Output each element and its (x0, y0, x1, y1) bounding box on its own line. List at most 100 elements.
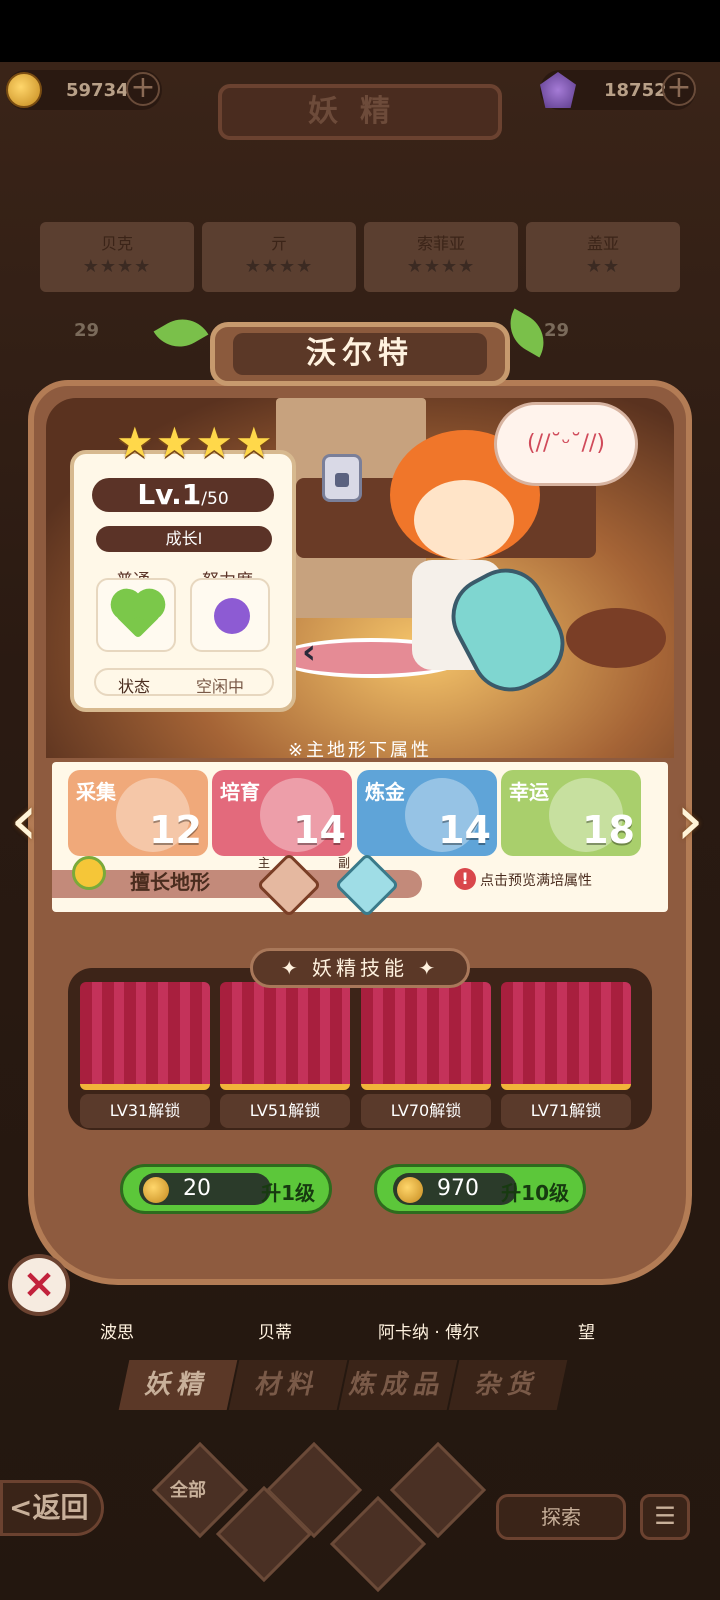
sub-terrain-tag: 副 (338, 856, 351, 870)
unlock-label: LV70解锁 (361, 1094, 491, 1128)
skill-slot[interactable]: LV31解锁 (80, 982, 210, 1128)
emote-text: (//˘ᵕ˘//) (527, 431, 605, 456)
attributes-title: ※主地形下属性 (287, 740, 433, 761)
fairy-stars: ★★★★ (406, 256, 476, 277)
skills-title: ✦ 妖精技能 ✦ (250, 948, 470, 988)
coin-icon (143, 1177, 169, 1203)
add-gold-button[interactable]: + (126, 72, 160, 106)
terrain-label: 擅长地形 (130, 870, 210, 894)
skills-title-text: 妖精技能 (312, 956, 408, 980)
page-title: 妖精 (218, 84, 502, 140)
fairy-name: 望 (578, 1323, 595, 1343)
upgrade-10-button[interactable]: 970 升10级 (374, 1164, 586, 1214)
gold-amount: 59734 (66, 79, 129, 101)
filter-all-label: 全部 (170, 1480, 206, 1501)
stat-label: 炼金 (365, 780, 405, 804)
prev-fairy-arrow-icon[interactable]: ‹ (2, 780, 46, 860)
tab-materials[interactable]: 材料 (228, 1360, 348, 1410)
skill-slot[interactable]: LV51解锁 (220, 982, 350, 1128)
stat-value: 14 (438, 808, 491, 852)
fairy-name: 贝克 (100, 234, 133, 253)
stat-label: 采集 (76, 780, 116, 804)
back-button[interactable]: <返回 (0, 1480, 104, 1536)
curtain-icon (80, 982, 210, 1090)
full-attribute-hint[interactable]: 点击预览满培属性 (480, 870, 592, 890)
fairy-name: 波思 (100, 1323, 134, 1343)
fairy-name: 阿卡纳 · 傅尔 (378, 1323, 480, 1343)
unlock-label: LV71解锁 (501, 1094, 631, 1128)
stat-breed: 培育 14 (212, 770, 352, 856)
fairy-name: 索菲亚 (416, 234, 465, 253)
list-item[interactable]: 亓 ★★★★ (202, 222, 356, 292)
category-tabs: 妖精 材料 炼成品 杂货 (118, 1360, 568, 1410)
gem-icon (540, 72, 576, 108)
upgrade-1-label: 升1级 (261, 1181, 315, 1205)
stat-label: 培育 (220, 780, 260, 804)
skill-slot[interactable]: LV71解锁 (501, 982, 631, 1128)
curtain-icon (361, 982, 491, 1090)
add-gem-button[interactable]: + (662, 72, 696, 106)
emote-bubble: (//˘ᵕ˘//) (494, 402, 638, 486)
stat-alchemy: 炼金 14 (357, 770, 497, 856)
growth-badge: 成长I (96, 526, 272, 552)
tab-fairy[interactable]: 妖精 (118, 1360, 238, 1410)
stat-label: 幸运 (509, 780, 549, 804)
close-button[interactable]: × (8, 1254, 70, 1316)
fairy-stars: ★★★★ (82, 256, 152, 277)
list-menu-icon[interactable]: ☰ (640, 1494, 690, 1540)
max-level: /50 (201, 489, 229, 509)
unlock-label: LV31解锁 (80, 1094, 210, 1128)
effort-box[interactable] (190, 578, 270, 652)
skill-slot[interactable]: LV70解锁 (361, 982, 491, 1128)
level-badge: 29 (544, 320, 570, 341)
star-icon: ★ (234, 418, 273, 467)
lock-icon[interactable] (322, 454, 362, 502)
fairy-stars: ★★ (585, 256, 621, 277)
fairy-name-title: 沃尔特 (233, 333, 487, 375)
next-fairy-arrow-icon[interactable]: › (668, 780, 712, 860)
stat-value: 14 (293, 808, 346, 852)
gold-coin-icon (6, 72, 42, 108)
star-rating: ★ ★ ★ ★ (116, 418, 273, 467)
level-value: Lv.1 (137, 478, 202, 511)
fairy-info-card: Lv.1/50 成长I 普通 努力度 状态 空闲中 (70, 450, 296, 712)
tab-products[interactable]: 炼成品 (338, 1360, 458, 1410)
attribute-box[interactable] (96, 578, 176, 652)
tab-goods[interactable]: 杂货 (448, 1360, 568, 1410)
star-icon: ★ (155, 418, 194, 467)
level-badge: 29 (74, 320, 100, 341)
attributes-panel: 采集 12 培育 14 炼金 14 幸运 18 擅长地形 主 副 ! 点击预览满培属性 (52, 762, 668, 918)
state-label: 状态 (118, 677, 151, 696)
state-row: 状态 空闲中 (94, 668, 274, 696)
fairy-stars: ★★★★ (244, 256, 314, 277)
unlock-label: LV51解锁 (220, 1094, 350, 1128)
stat-gather: 采集 12 (68, 770, 208, 856)
upgrade-1-button[interactable]: 20 升1级 (120, 1164, 332, 1214)
curtain-icon (220, 982, 350, 1090)
upgrade-10-label: 升10级 (501, 1181, 569, 1205)
fairy-name: 贝蒂 (258, 1323, 292, 1343)
stat-value: 12 (149, 808, 202, 852)
collapse-arrow-icon[interactable]: ‹ (302, 632, 332, 672)
list-item[interactable]: 索菲亚 ★★★★ (364, 222, 518, 292)
list-item[interactable]: 盖亚 ★★ (526, 222, 680, 292)
fairy-list-row: 贝克 ★★★★ 亓 ★★★★ 索菲亚 ★★★★ 盖亚 ★★ (40, 222, 680, 292)
skills-panel: LV31解锁 LV51解锁 LV70解锁 LV71解锁 (68, 968, 652, 1130)
stat-luck: 幸运 18 (501, 770, 641, 856)
star-icon: ★ (116, 418, 154, 467)
alert-icon: ! (454, 868, 476, 890)
coin-icon (397, 1177, 423, 1203)
curtain-icon (501, 982, 631, 1090)
list-item[interactable]: 贝克 ★★★★ (40, 222, 194, 292)
fairy-name: 盖亚 (586, 234, 619, 253)
status-bar (0, 0, 720, 62)
level-display: Lv.1/50 (92, 478, 274, 512)
main-terrain-tag: 主 (258, 856, 271, 870)
gem-amount: 18752 (604, 79, 667, 101)
purple-devil-icon (214, 598, 250, 634)
green-heart-icon (115, 593, 161, 639)
stat-value: 18 (582, 808, 635, 852)
fairy-name: 亓 (270, 234, 287, 253)
state-value: 空闲中 (196, 677, 245, 696)
explore-button[interactable]: 探索 (496, 1494, 626, 1540)
